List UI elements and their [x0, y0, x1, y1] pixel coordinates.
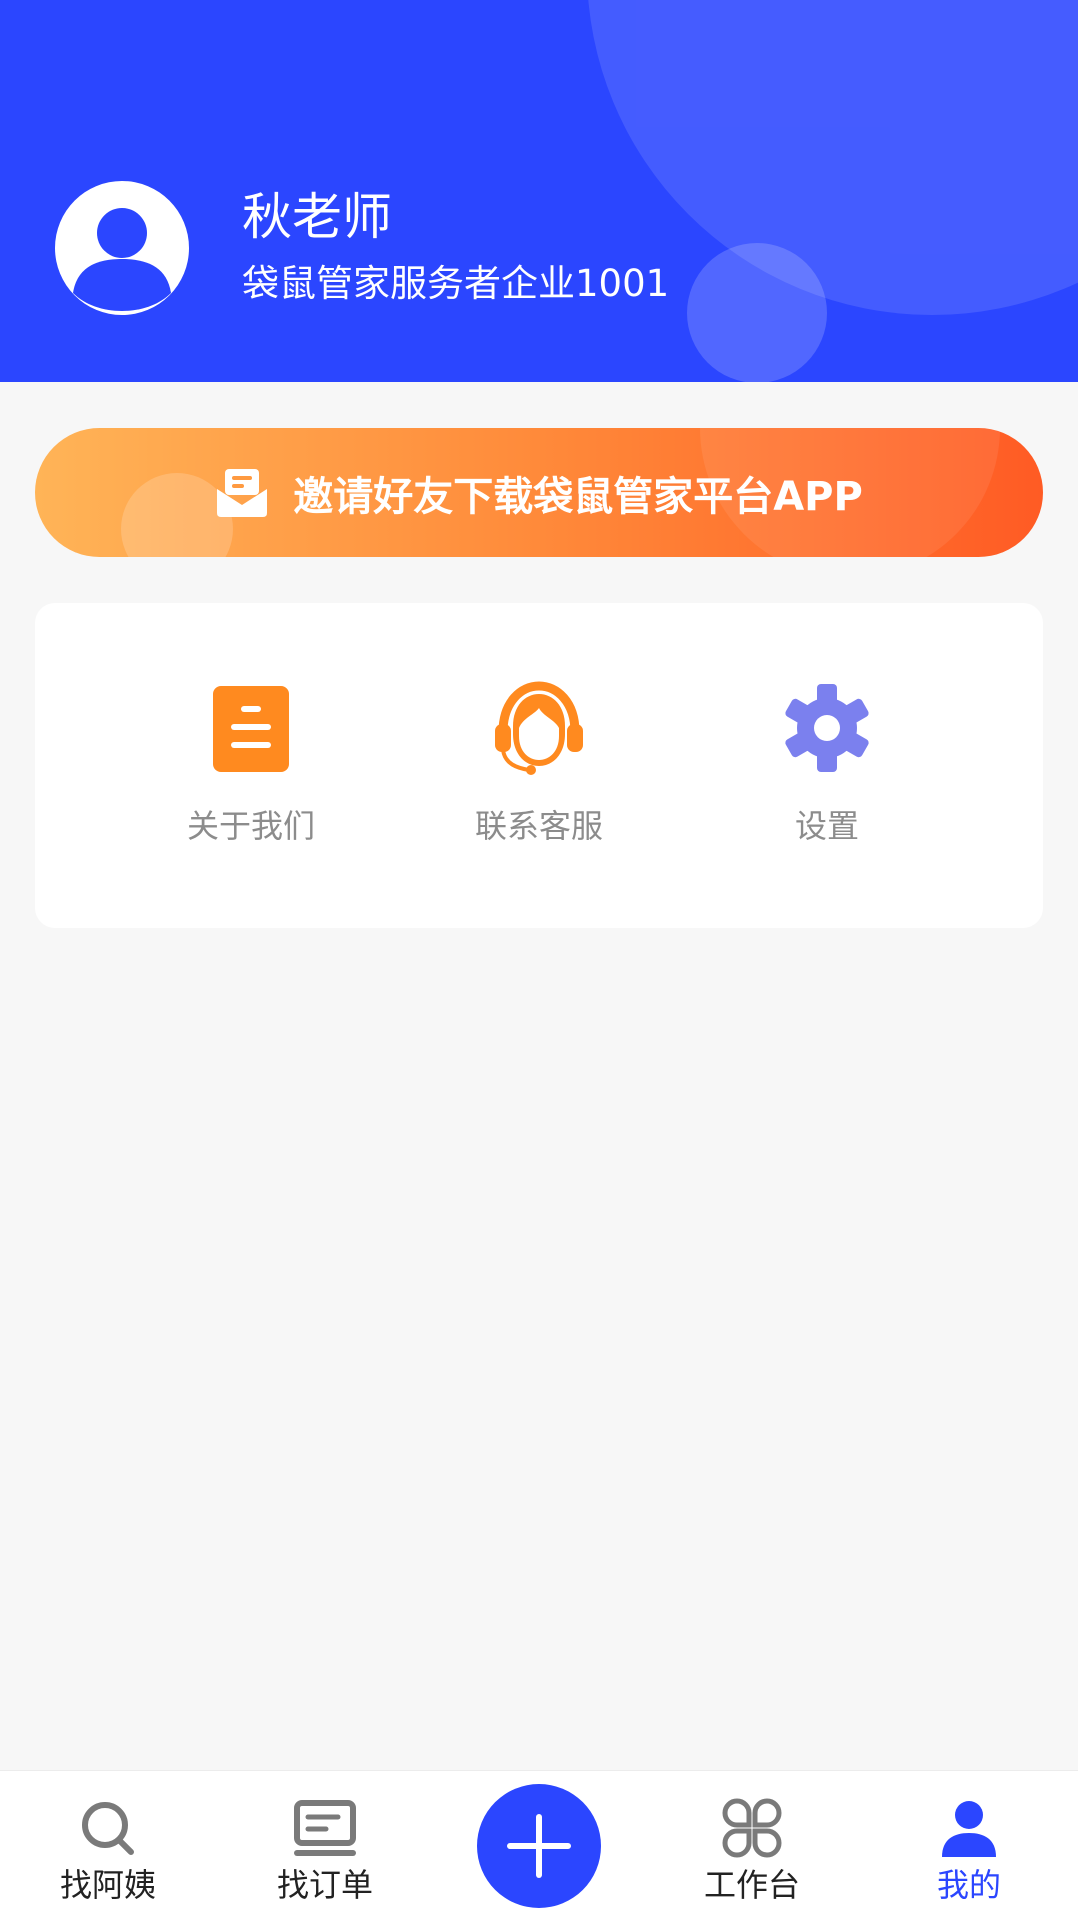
tab-label-mine: 我的: [936, 1866, 1001, 1904]
menu-card: 关于我们 联系客服 设置: [35, 603, 1043, 928]
profile-header: 秋老师 袋鼠管家服务者企业1001: [0, 0, 1078, 382]
menu-label-about-us: 关于我们: [186, 807, 315, 845]
tab-label-find-orders: 找订单: [276, 1866, 373, 1904]
user-organization: 袋鼠管家服务者企业1001: [242, 262, 670, 305]
profile-page: 秋老师 袋鼠管家服务者企业1001 邀请好友下载袋鼠管家平台APP 关于我们 联…: [0, 0, 1078, 1918]
document-icon: [213, 686, 289, 772]
gear-icon: [785, 684, 869, 772]
tab-find-orders[interactable]: 找订单: [235, 1771, 415, 1918]
avatar[interactable]: [55, 181, 189, 315]
tab-mine[interactable]: 我的: [879, 1771, 1059, 1918]
mail-icon: [217, 468, 268, 517]
user-icon: [942, 1801, 996, 1857]
avatar-user-icon: [73, 208, 171, 311]
add-button[interactable]: [477, 1784, 601, 1908]
headset-icon: [495, 681, 583, 775]
workbench-icon: [722, 1798, 782, 1858]
menu-item-settings[interactable]: 设置: [707, 678, 947, 878]
menu-item-about-us[interactable]: 关于我们: [131, 678, 371, 878]
header-decoration-small-circle: [687, 243, 827, 382]
bottom-tab-bar: 找阿姨 找订单 工作台 我的: [0, 1770, 1078, 1918]
search-icon: [82, 1802, 134, 1855]
invite-content: 邀请好友下载袋鼠管家平台APP: [35, 428, 1043, 557]
tab-label-workbench: 工作台: [703, 1866, 800, 1904]
menu-item-customer-service[interactable]: 联系客服: [419, 678, 659, 878]
menu-label-settings: 设置: [794, 807, 859, 845]
tab-find-nanny[interactable]: 找阿姨: [18, 1771, 198, 1918]
order-list-icon: [294, 1800, 356, 1856]
plus-icon: [507, 1814, 571, 1878]
invite-friends-banner[interactable]: 邀请好友下载袋鼠管家平台APP: [35, 428, 1043, 557]
menu-label-customer-service: 联系客服: [474, 807, 603, 845]
tab-workbench[interactable]: 工作台: [662, 1771, 842, 1918]
tab-label-find-nanny: 找阿姨: [59, 1866, 156, 1904]
invite-label: 邀请好友下载袋鼠管家平台APP: [293, 473, 863, 520]
user-name: 秋老师: [242, 188, 392, 246]
